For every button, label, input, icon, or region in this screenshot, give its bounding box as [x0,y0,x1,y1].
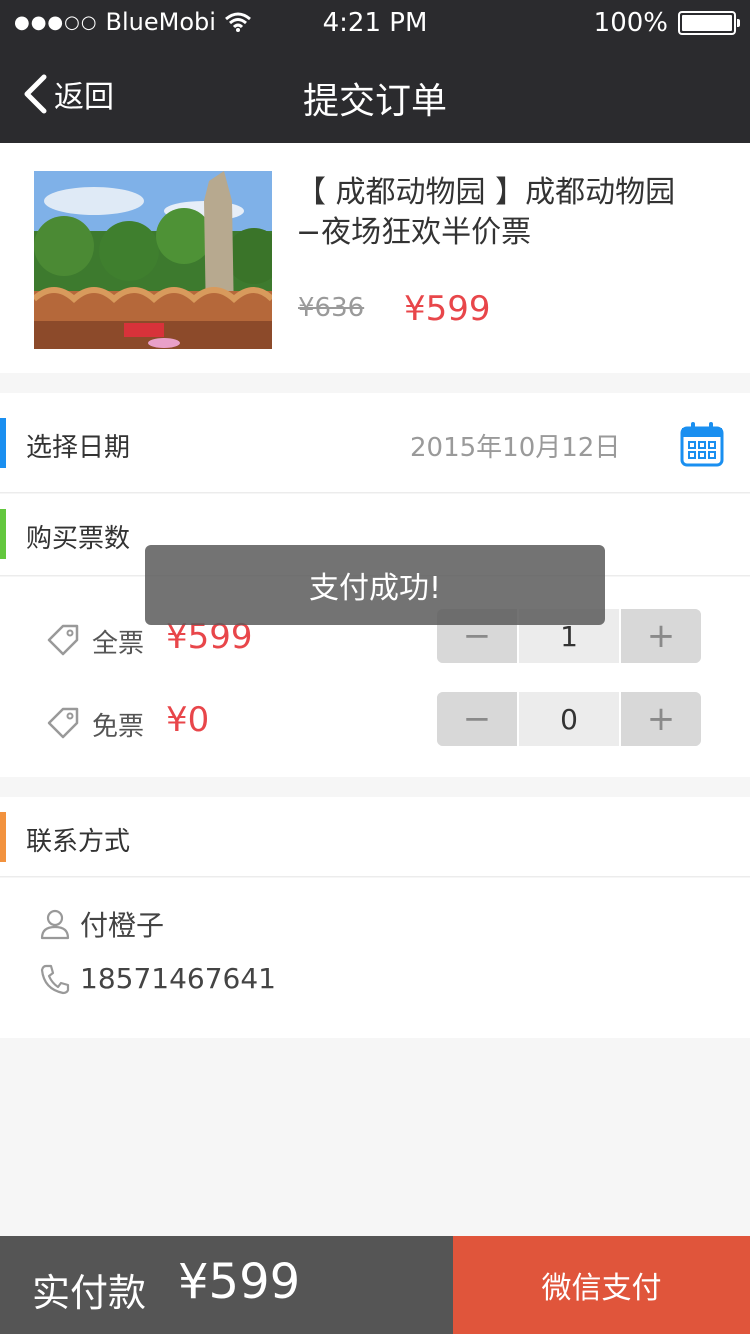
phone-icon [40,964,70,994]
tag-icon [47,624,79,656]
contact-info: 付橙子 18571467641 [0,878,750,1038]
section-indicator [0,812,6,862]
product-title: 【 成都动物园 】成都动物园 −夜场狂欢半价票 [296,175,676,250]
ticket-type-label: 免票 [92,712,145,742]
calendar-icon[interactable] [680,421,724,467]
contact-phone-row[interactable]: 18571467641 [40,962,276,995]
contact-section-label: 联系方式 [26,827,131,857]
decrement-button[interactable]: − [437,692,517,746]
product-card: 【 成都动物园 】成都动物园 −夜场狂欢半价票 ¥636 ¥599 [0,143,750,373]
increment-button[interactable]: + [621,609,701,663]
status-right: 100% [593,8,740,38]
pay-amount: ¥599 [178,1254,301,1310]
current-price: ¥599 [404,289,491,329]
tag-icon [47,707,79,739]
ticket-type-label: 全票 [92,629,145,659]
date-label: 选择日期 [26,433,131,463]
battery-percent: 100% [593,8,668,38]
section-indicator [0,418,6,468]
nav-bar: 返回 提交订单 [0,46,750,143]
user-icon [40,909,70,940]
date-selector[interactable]: 选择日期 2015年10月12日 [0,393,750,493]
contact-phone: 18571467641 [80,962,276,995]
wechat-pay-button[interactable]: 微信支付 [453,1236,750,1334]
battery-icon [678,11,740,35]
status-bar: ●●●○○ BlueMobi 4:21 PM 100% [0,0,750,46]
original-price: ¥636 [298,293,365,323]
date-value: 2015年10月12日 [410,433,621,463]
payment-success-toast: 支付成功! [145,545,605,625]
contact-name-row[interactable]: 付橙子 [40,904,164,944]
ticket-price: ¥0 [166,700,210,740]
product-image [34,171,272,349]
increment-button[interactable]: + [621,692,701,746]
pay-label: 实付款 [32,1271,147,1315]
page-title: 提交订单 [302,81,447,122]
ticket-section-label: 购买票数 [26,524,131,554]
checkout-bar: 实付款 ¥599 微信支付 [0,1236,750,1334]
ticket-row-free: 免票 ¥0 − 0 + [0,692,750,752]
contact-section-header: 联系方式 [0,797,750,877]
quantity-stepper: − 0 + [437,692,701,746]
quantity-value[interactable]: 0 [517,692,621,746]
contact-name: 付橙子 [80,909,165,942]
section-indicator [0,509,6,559]
